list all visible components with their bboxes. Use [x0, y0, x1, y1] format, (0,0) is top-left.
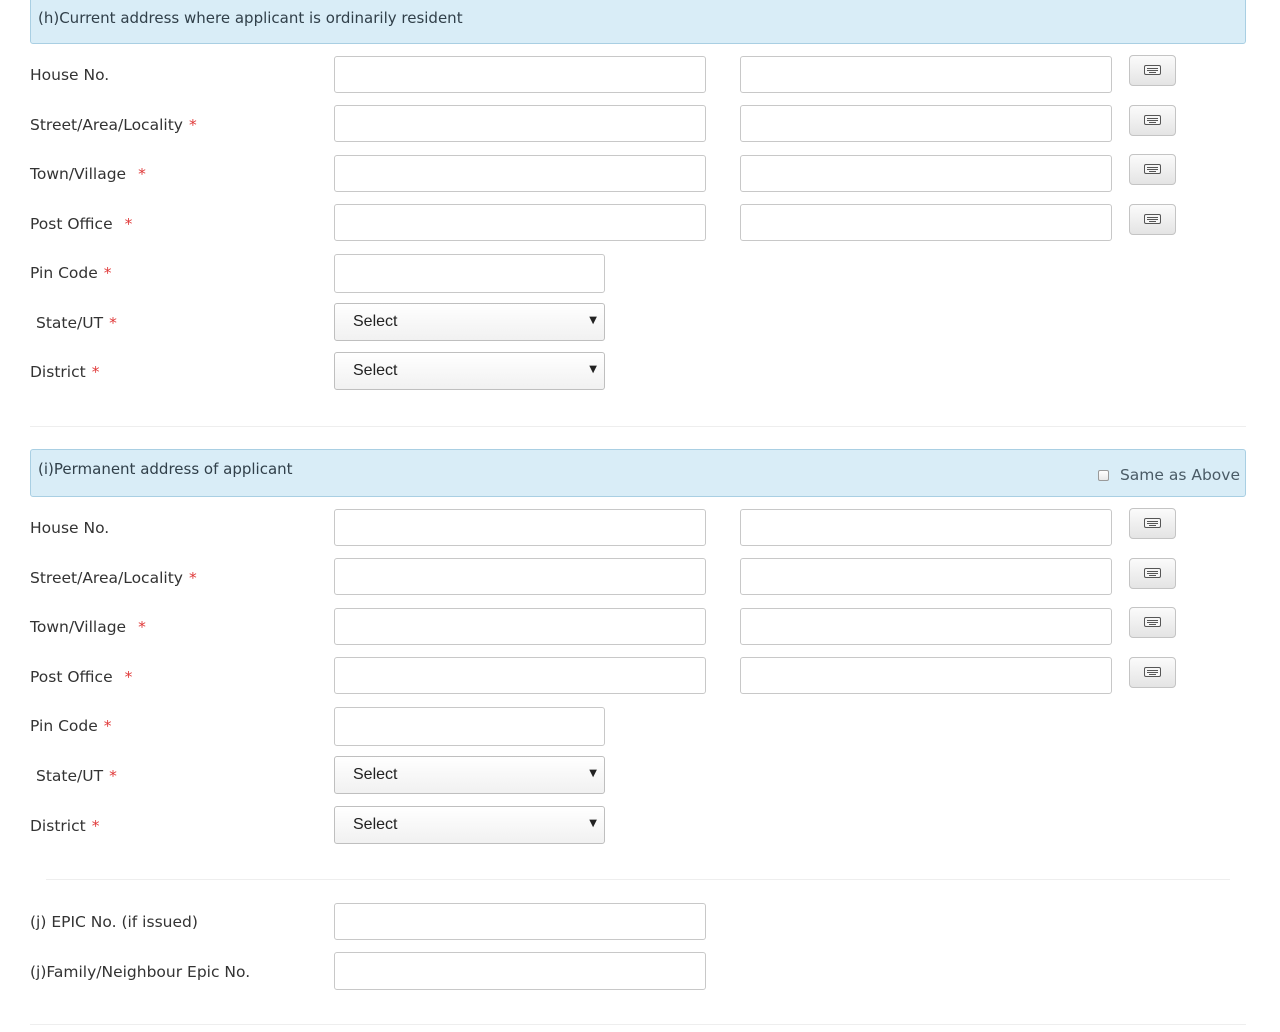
permanent-town-local-input[interactable]: [740, 608, 1112, 645]
current-street-input[interactable]: [334, 105, 706, 142]
section-divider: [46, 879, 1230, 880]
epic-no-label: (j) EPIC No. (if issued): [30, 913, 198, 931]
current-post-office-local-input[interactable]: [740, 204, 1112, 241]
keyboard-icon: [1144, 518, 1161, 528]
required-marker: *: [103, 717, 112, 735]
current-pin-code-input[interactable]: [334, 254, 605, 293]
current-street-label: Street/Area/Locality *: [30, 116, 197, 134]
permanent-district-select[interactable]: Select ▼: [334, 806, 605, 844]
required-marker: *: [109, 767, 117, 785]
chevron-down-icon: ▼: [589, 315, 597, 326]
same-as-above-label: Same as Above: [1119, 466, 1240, 484]
permanent-state-select-value: Select: [353, 766, 398, 783]
permanent-state-label: State/UT *: [36, 767, 117, 785]
permanent-address-title: (i)Permanent address of applicant: [38, 460, 293, 478]
current-town-label: Town/Village *: [30, 165, 146, 183]
section-divider: [30, 426, 1246, 427]
current-state-select-value: Select: [353, 313, 398, 330]
permanent-house-no-keyboard-button[interactable]: [1129, 508, 1176, 539]
permanent-state-select[interactable]: Select ▼: [334, 756, 605, 794]
keyboard-icon: [1144, 65, 1161, 75]
current-post-office-label: Post Office *: [30, 215, 133, 233]
current-house-no-label: House No.: [30, 66, 110, 84]
current-address-title: (h)Current address where applicant is or…: [38, 9, 463, 27]
permanent-pin-code-label: Pin Code *: [30, 717, 112, 735]
current-house-no-keyboard-button[interactable]: [1129, 55, 1176, 86]
permanent-district-label: District *: [30, 817, 100, 835]
current-house-no-local-input[interactable]: [740, 56, 1112, 93]
current-house-no-input[interactable]: [334, 56, 706, 93]
current-state-label: State/UT *: [36, 314, 117, 332]
same-as-above-toggle[interactable]: Same as Above: [1097, 466, 1240, 484]
current-district-select[interactable]: Select ▼: [334, 352, 605, 390]
required-marker: *: [188, 116, 197, 134]
current-district-label: District *: [30, 363, 100, 381]
current-address-header: (h)Current address where applicant is or…: [30, 0, 1246, 44]
current-town-input[interactable]: [334, 155, 706, 192]
keyboard-icon: [1144, 617, 1161, 627]
current-street-local-input[interactable]: [740, 105, 1112, 142]
keyboard-icon: [1144, 667, 1161, 677]
current-street-keyboard-button[interactable]: [1129, 105, 1176, 136]
chevron-down-icon: ▼: [589, 818, 597, 829]
permanent-town-keyboard-button[interactable]: [1129, 607, 1176, 638]
current-post-office-keyboard-button[interactable]: [1129, 204, 1176, 235]
permanent-post-office-input[interactable]: [334, 657, 706, 694]
family-epic-no-input[interactable]: [334, 952, 706, 990]
required-marker: *: [138, 165, 146, 183]
chevron-down-icon: ▼: [589, 364, 597, 375]
permanent-house-no-local-input[interactable]: [740, 509, 1112, 546]
required-marker: *: [91, 363, 100, 381]
required-marker: *: [103, 264, 112, 282]
required-marker: *: [91, 817, 100, 835]
epic-no-input[interactable]: [334, 903, 706, 940]
required-marker: *: [188, 569, 197, 587]
required-marker: *: [124, 215, 133, 233]
permanent-address-header: (i)Permanent address of applicant Same a…: [30, 449, 1246, 497]
permanent-house-no-input[interactable]: [334, 509, 706, 546]
permanent-street-keyboard-button[interactable]: [1129, 558, 1176, 589]
current-district-select-value: Select: [353, 362, 398, 379]
permanent-house-no-label: House No.: [30, 519, 110, 537]
permanent-post-office-keyboard-button[interactable]: [1129, 657, 1176, 688]
current-town-local-input[interactable]: [740, 155, 1112, 192]
required-marker: *: [138, 618, 146, 636]
permanent-district-select-value: Select: [353, 816, 398, 833]
permanent-post-office-local-input[interactable]: [740, 657, 1112, 694]
permanent-street-label: Street/Area/Locality *: [30, 569, 197, 587]
required-marker: *: [109, 314, 117, 332]
current-state-select[interactable]: Select ▼: [334, 303, 605, 341]
section-divider: [30, 1024, 1246, 1025]
required-marker: *: [124, 668, 133, 686]
permanent-post-office-label: Post Office *: [30, 668, 133, 686]
permanent-town-input[interactable]: [334, 608, 706, 645]
permanent-town-label: Town/Village *: [30, 618, 146, 636]
current-post-office-input[interactable]: [334, 204, 706, 241]
keyboard-icon: [1144, 568, 1161, 578]
permanent-street-input[interactable]: [334, 558, 706, 595]
keyboard-icon: [1144, 164, 1161, 174]
current-town-keyboard-button[interactable]: [1129, 154, 1176, 185]
permanent-street-local-input[interactable]: [740, 558, 1112, 595]
current-pin-code-label: Pin Code *: [30, 264, 112, 282]
same-as-above-checkbox[interactable]: [1097, 469, 1109, 481]
keyboard-icon: [1144, 115, 1161, 125]
family-epic-no-label: (j)Family/Neighbour Epic No.: [30, 963, 251, 981]
chevron-down-icon: ▼: [589, 768, 597, 779]
keyboard-icon: [1144, 214, 1161, 224]
permanent-pin-code-input[interactable]: [334, 707, 605, 746]
